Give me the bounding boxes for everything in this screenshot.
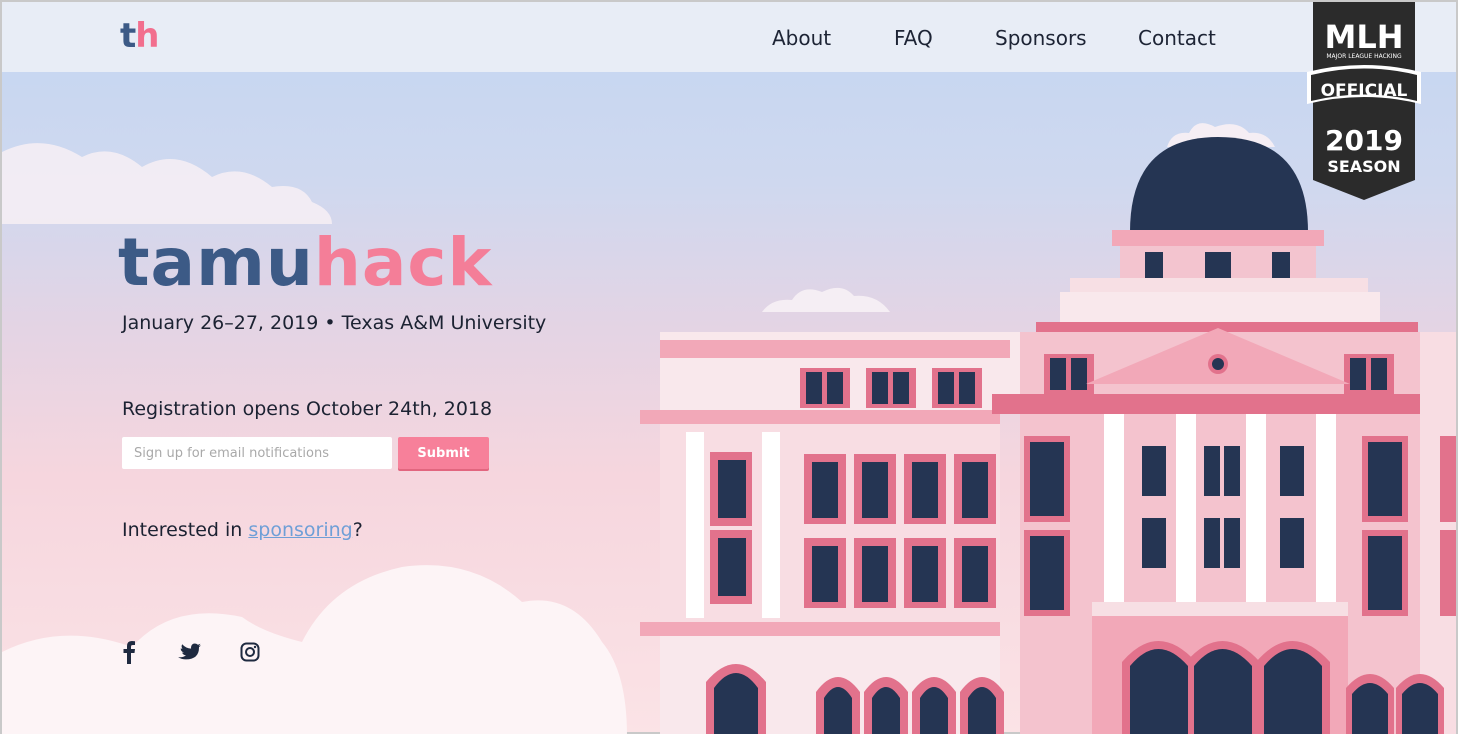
logo[interactable]: th — [120, 16, 159, 56]
mlh-badge[interactable]: MLH MAJOR LEAGUE HACKING OFFICIAL 2019 S… — [1307, 2, 1421, 208]
badge-season: SEASON — [1327, 157, 1400, 176]
submit-button[interactable]: Submit — [398, 437, 489, 469]
nav-sponsors[interactable]: Sponsors — [995, 26, 1087, 50]
top-navbar: th About FAQ Sponsors Contact — [2, 2, 1456, 72]
instagram-icon[interactable] — [240, 642, 260, 662]
building-illustration — [640, 137, 1456, 734]
cloud-top-left — [2, 143, 332, 224]
nav-faq[interactable]: FAQ — [894, 26, 933, 50]
nav-about[interactable]: About — [772, 26, 831, 50]
email-signup-input[interactable] — [122, 437, 392, 469]
brand-wordmark: tamuhack — [118, 224, 492, 301]
event-dateline: January 26–27, 2019 • Texas A&M Universi… — [122, 312, 547, 334]
sponsor-prompt-suffix: ? — [352, 519, 363, 541]
twitter-icon[interactable] — [177, 643, 201, 663]
brand-tamu: tamu — [118, 224, 314, 301]
badge-official: OFFICIAL — [1321, 81, 1408, 101]
nav-contact[interactable]: Contact — [1138, 26, 1216, 50]
badge-subtitle: MAJOR LEAGUE HACKING — [1326, 53, 1402, 60]
badge-year: 2019 — [1325, 124, 1403, 157]
logo-t: t — [120, 16, 136, 56]
sponsor-prompt-prefix: Interested in — [122, 519, 249, 541]
cloud-bottom-left — [2, 565, 627, 734]
registration-notice: Registration opens October 24th, 2018 — [122, 398, 493, 420]
badge-mlh: MLH — [1324, 18, 1403, 56]
brand-hack: hack — [313, 224, 493, 301]
facebook-icon[interactable] — [122, 640, 136, 664]
sponsoring-link[interactable]: sponsoring — [248, 519, 352, 541]
sponsor-prompt: Interested in sponsoring? — [122, 519, 363, 541]
logo-h: h — [135, 16, 159, 56]
